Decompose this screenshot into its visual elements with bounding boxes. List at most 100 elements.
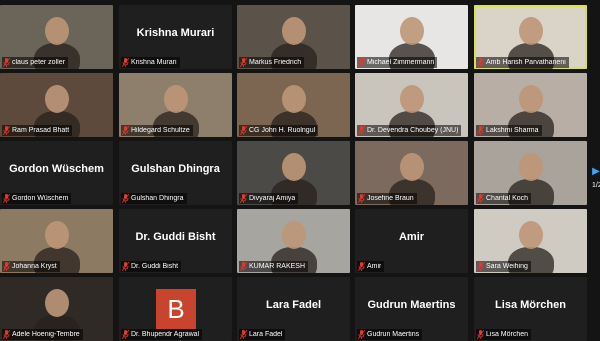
muted-mic-icon bbox=[358, 126, 365, 135]
participant-name-label: Sara Weihing bbox=[476, 261, 531, 272]
participant-display-name: Amir bbox=[398, 231, 425, 243]
participant-name: Dr. Guddi Bisht bbox=[131, 263, 179, 270]
participant-tile[interactable]: Michael Zimmermann bbox=[355, 5, 468, 69]
participant-name-label: Amir bbox=[357, 261, 385, 272]
participant-tile[interactable]: Lisa Mörchen Lisa Mörchen bbox=[474, 277, 587, 341]
participant-name-label: KUMAR RAKESH bbox=[239, 261, 309, 272]
participant-display-name: Gulshan Dhingra bbox=[131, 163, 220, 175]
muted-mic-icon bbox=[122, 58, 129, 67]
participant-name-label: CG John H. Ruolngul bbox=[239, 125, 319, 136]
muted-mic-icon bbox=[122, 126, 129, 135]
participant-name-label: Amb Harish Parvathaneni bbox=[476, 57, 569, 68]
muted-mic-icon bbox=[358, 262, 365, 271]
participant-name: Amir bbox=[367, 263, 382, 270]
participant-name: Dr. Devendra Choubey (JNU) bbox=[367, 127, 459, 134]
muted-mic-icon bbox=[477, 126, 484, 135]
participant-tile[interactable]: B Dr. Bhupendr Agrawal bbox=[119, 277, 232, 341]
muted-mic-icon bbox=[3, 194, 10, 203]
muted-mic-icon bbox=[240, 194, 247, 203]
participant-name: Ram Prasad Bhatt bbox=[12, 127, 70, 134]
participant-tile[interactable]: Gudrun Maertins Gudrun Maertins bbox=[355, 277, 468, 341]
participant-tile[interactable]: Divyaraj Amiya bbox=[237, 141, 350, 205]
participant-face bbox=[164, 85, 188, 113]
participant-name-label: Gudrun Maertins bbox=[357, 329, 423, 340]
participant-tile[interactable]: Gordon Wüschem Gordon Wüschem bbox=[0, 141, 113, 205]
muted-mic-icon bbox=[477, 262, 484, 271]
participant-tile[interactable]: CG John H. Ruolngul bbox=[237, 73, 350, 137]
participant-name-label: Josefine Braun bbox=[357, 193, 417, 204]
participant-name: Markus Friedrich bbox=[249, 59, 302, 66]
participant-face bbox=[519, 153, 543, 181]
participant-tile[interactable]: Ram Prasad Bhatt bbox=[0, 73, 113, 137]
participant-tile[interactable]: Adele Hoenig-Tembre bbox=[0, 277, 113, 341]
muted-mic-icon bbox=[3, 58, 10, 67]
muted-mic-icon bbox=[477, 58, 484, 67]
participant-tile[interactable]: Chantal Koch bbox=[474, 141, 587, 205]
participant-name-label: Adele Hoenig-Tembre bbox=[2, 329, 83, 340]
participant-display-name: Lara Fadel bbox=[265, 299, 322, 311]
participant-tile[interactable]: Johanna Kryst bbox=[0, 209, 113, 273]
participant-tile[interactable]: Lara Fadel Lara Fadel bbox=[237, 277, 350, 341]
participant-tile[interactable]: Amir Amir bbox=[355, 209, 468, 273]
participant-name: Gulshan Dhingra bbox=[131, 195, 184, 202]
participant-tile[interactable]: Gulshan Dhingra Gulshan Dhingra bbox=[119, 141, 232, 205]
participant-tile[interactable]: Lakshmi Sharma bbox=[474, 73, 587, 137]
participant-tile[interactable]: Krishna Murari Krishna Murari bbox=[119, 5, 232, 69]
participant-tile[interactable]: Hildegard Schultze bbox=[119, 73, 232, 137]
participant-display-name: Gordon Wüschem bbox=[9, 163, 104, 175]
participant-display-name: Lisa Mörchen bbox=[495, 299, 566, 311]
muted-mic-icon bbox=[122, 262, 129, 271]
participant-name-label: Lara Fadel bbox=[239, 329, 286, 340]
page-indicator: 1/2 bbox=[592, 182, 600, 189]
participant-name-label: Gordon Wüschem bbox=[2, 193, 72, 204]
participant-name: Sara Weihing bbox=[486, 263, 528, 270]
participant-name: Amb Harish Parvathaneni bbox=[486, 59, 566, 66]
participant-tile[interactable]: Markus Friedrich bbox=[237, 5, 350, 69]
participant-name: KUMAR RAKESH bbox=[249, 263, 306, 270]
participant-tile[interactable]: Sara Weihing bbox=[474, 209, 587, 273]
avatar: B bbox=[156, 289, 196, 329]
participant-name-label: Lakshmi Sharma bbox=[476, 125, 542, 136]
participant-name-label: Dr. Guddi Bisht bbox=[121, 261, 182, 272]
participant-name: Chantal Koch bbox=[486, 195, 529, 202]
participant-face bbox=[519, 221, 543, 249]
participant-name-label: claus peter zoller bbox=[2, 57, 68, 68]
participant-face bbox=[45, 289, 69, 317]
muted-mic-icon bbox=[358, 58, 365, 67]
participant-name: Lakshmi Sharma bbox=[486, 127, 539, 134]
muted-mic-icon bbox=[122, 330, 129, 339]
participant-tile[interactable]: KUMAR RAKESH bbox=[237, 209, 350, 273]
muted-mic-icon bbox=[477, 330, 484, 339]
participant-tile[interactable]: Josefine Braun bbox=[355, 141, 468, 205]
muted-mic-icon bbox=[3, 126, 10, 135]
participant-name: Michael Zimmermann bbox=[367, 59, 435, 66]
participant-name: Hildegard Schultze bbox=[131, 127, 190, 134]
participant-name-label: Gulshan Dhingra bbox=[121, 193, 187, 204]
next-page-arrow-icon[interactable]: ▶ bbox=[592, 160, 600, 182]
participant-name-label: Johanna Kryst bbox=[2, 261, 60, 272]
participant-name-label: Michael Zimmermann bbox=[357, 57, 438, 68]
participant-tile[interactable]: Dr. Devendra Choubey (JNU) bbox=[355, 73, 468, 137]
muted-mic-icon bbox=[358, 330, 365, 339]
participant-tile[interactable]: claus peter zoller bbox=[0, 5, 113, 69]
participant-name: CG John H. Ruolngul bbox=[249, 127, 316, 134]
participant-face bbox=[282, 221, 306, 249]
participant-name-label: Markus Friedrich bbox=[239, 57, 305, 68]
participant-name: Josefine Braun bbox=[367, 195, 414, 202]
participant-tile[interactable]: Dr. Guddi Bisht Dr. Guddi Bisht bbox=[119, 209, 232, 273]
participant-name: claus peter zoller bbox=[12, 59, 65, 66]
video-grid: claus peter zoller Krishna Murari Krishna … bbox=[0, 0, 600, 341]
muted-mic-icon bbox=[3, 262, 10, 271]
muted-mic-icon bbox=[3, 330, 10, 339]
muted-mic-icon bbox=[240, 262, 247, 271]
participant-name-label: Lisa Mörchen bbox=[476, 329, 532, 340]
muted-mic-icon bbox=[477, 194, 484, 203]
participant-tile[interactable]: Amb Harish Parvathaneni bbox=[474, 5, 587, 69]
participant-name-label: Dr. Bhupendr Agrawal bbox=[121, 329, 203, 340]
participant-name: Krishna Murari bbox=[131, 59, 177, 66]
muted-mic-icon bbox=[240, 58, 247, 67]
muted-mic-icon bbox=[358, 194, 365, 203]
participant-name: Divyaraj Amiya bbox=[249, 195, 296, 202]
participant-display-name: Dr. Guddi Bisht bbox=[135, 231, 216, 243]
participant-face bbox=[282, 85, 306, 113]
